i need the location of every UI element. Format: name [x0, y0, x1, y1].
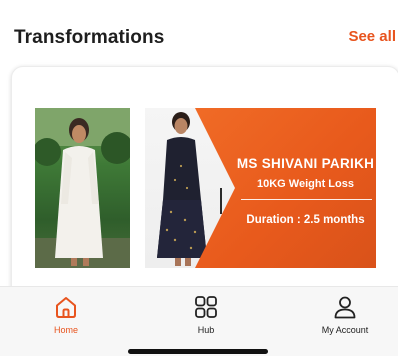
nav-my-account[interactable]: My Account [305, 287, 385, 341]
nav-home-label: Home [53, 325, 78, 335]
info-panel: MS SHIVANI PARIKH 10KG Weight Loss Durat… [235, 108, 376, 268]
client-name: MS SHIVANI PARIKH [236, 156, 375, 171]
weight-loss-result: 10KG Weight Loss [257, 178, 354, 190]
nav-my-account-label: My Account [321, 325, 369, 335]
bottom-navigation: Home Hub My Account [0, 286, 398, 356]
program-duration: Duration : 2.5 months [246, 214, 365, 226]
see-all-link[interactable]: See all [348, 28, 396, 45]
section-header: Transformations See all [0, 0, 398, 66]
nav-hub[interactable]: Hub [166, 287, 246, 341]
section-title: Transformations [14, 27, 165, 48]
home-indicator [128, 349, 268, 354]
nav-home[interactable]: Home [26, 287, 106, 341]
panel-divider [241, 199, 372, 200]
user-icon [332, 294, 358, 325]
before-photo [35, 108, 130, 268]
banner-divider-line [220, 188, 222, 214]
transformation-banner[interactable]: MS SHIVANI PARIKH 10KG Weight Loss Durat… [35, 108, 376, 268]
home-icon [53, 294, 79, 325]
nav-hub-label: Hub [197, 325, 215, 335]
transformations-screen: Transformations See all MS SHIVANI PARIK… [0, 0, 398, 356]
grid-icon [193, 294, 219, 325]
